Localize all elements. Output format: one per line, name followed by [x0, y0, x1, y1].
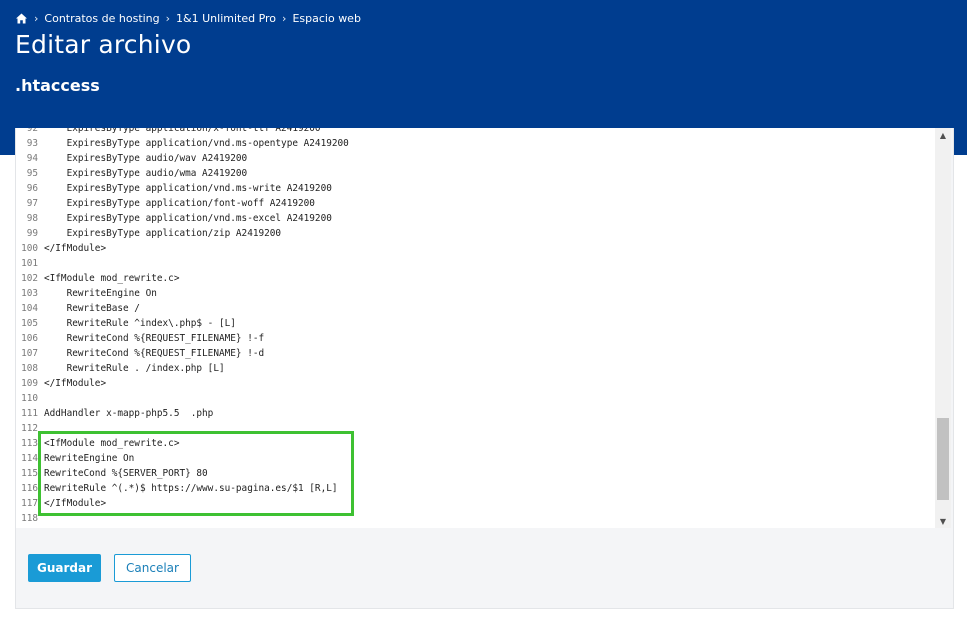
line-number: 105 [21, 318, 38, 329]
cancel-button[interactable]: Cancelar [114, 554, 191, 582]
code-line[interactable]: 99 ExpiresByType application/zip A241920… [16, 226, 936, 241]
code-line[interactable]: 97 ExpiresByType application/font-woff A… [16, 196, 936, 211]
line-number: 99 [26, 228, 38, 239]
home-icon[interactable] [15, 12, 28, 25]
line-text[interactable]: AddHandler x-mapp-php5.5 .php [44, 406, 213, 421]
line-number: 107 [21, 348, 38, 359]
chevron-right-icon: › [282, 11, 287, 25]
breadcrumb-item-webspace[interactable]: Espacio web [292, 12, 360, 25]
line-text[interactable]: <IfModule mod_rewrite.c> [44, 271, 179, 286]
line-number: 106 [21, 333, 38, 344]
line-text[interactable]: RewriteEngine On [44, 286, 157, 301]
line-text[interactable]: ExpiresByType application/vnd.ms-excel A… [44, 211, 332, 226]
line-text[interactable]: RewriteRule ^index\.php$ - [L] [44, 316, 236, 331]
breadcrumb: › Contratos de hosting › 1&1 Unlimited P… [15, 10, 361, 26]
chevron-right-icon: › [34, 11, 39, 25]
line-number: 95 [26, 168, 38, 179]
line-text[interactable]: RewriteCond %{REQUEST_FILENAME} !-d [44, 346, 265, 361]
line-text[interactable]: ExpiresByType application/zip A2419200 [44, 226, 282, 241]
scroll-up-arrow-icon[interactable]: ▲ [935, 128, 951, 142]
line-text[interactable]: ExpiresByType application/x-font-ttf A24… [44, 128, 321, 136]
line-number: 104 [21, 303, 38, 314]
line-text[interactable]: ExpiresByType application/vnd.ms-write A… [44, 181, 332, 196]
line-number: 111 [21, 408, 38, 419]
line-number: 94 [26, 153, 38, 164]
line-text[interactable]: ExpiresByType application/font-woff A241… [44, 196, 315, 211]
breadcrumb-item-contract[interactable]: 1&1 Unlimited Pro [176, 12, 276, 25]
file-name: .htaccess [15, 76, 100, 95]
scroll-thumb[interactable] [937, 417, 949, 500]
code-line[interactable]: 107 RewriteCond %{REQUEST_FILENAME} !-d [16, 346, 936, 361]
code-line[interactable]: 102 <IfModule mod_rewrite.c> [16, 271, 936, 286]
page-title: Editar archivo [15, 30, 192, 59]
line-text[interactable]: ExpiresByType audio/wav A2419200 [44, 151, 248, 166]
code-line[interactable]: 110 [16, 391, 936, 406]
code-line[interactable]: 111 AddHandler x-mapp-php5.5 .php [16, 406, 936, 421]
code-line[interactable]: 103 RewriteEngine On [16, 286, 936, 301]
line-number: 110 [21, 393, 38, 404]
chevron-right-icon: › [165, 11, 171, 25]
code-line[interactable]: 104 RewriteBase / [16, 301, 936, 316]
line-number: 108 [21, 363, 38, 374]
line-number: 101 [21, 258, 38, 269]
code-line[interactable]: 100 </IfModule> [16, 241, 936, 256]
highlight-box [38, 431, 354, 516]
code-line[interactable]: 109 </IfModule> [16, 376, 936, 391]
code-line[interactable]: 92 ExpiresByType application/x-font-ttf … [16, 128, 936, 136]
line-text[interactable]: </IfModule> [44, 241, 106, 256]
breadcrumb-item-hosting[interactable]: Contratos de hosting [44, 12, 159, 25]
line-text[interactable]: RewriteRule . /index.php [L] [44, 361, 225, 376]
line-number: 93 [26, 138, 38, 149]
code-line[interactable]: 108 RewriteRule . /index.php [L] [16, 361, 936, 376]
vertical-scrollbar[interactable]: ▲ ▼ [935, 128, 951, 528]
code-line[interactable]: 105 RewriteRule ^index\.php$ - [L] [16, 316, 936, 331]
line-text[interactable]: </IfModule> [44, 376, 106, 391]
line-number: 98 [26, 213, 38, 224]
code-line[interactable]: 95 ExpiresByType audio/wma A2419200 [16, 166, 936, 181]
line-number: 100 [21, 243, 38, 254]
scroll-down-arrow-icon[interactable]: ▼ [935, 514, 951, 528]
line-text[interactable]: RewriteCond %{REQUEST_FILENAME} !-f [44, 331, 265, 346]
line-number: 103 [21, 288, 38, 299]
line-number: 109 [21, 378, 38, 389]
code-line[interactable]: 101 [16, 256, 936, 271]
line-number: 97 [26, 198, 38, 209]
line-text[interactable]: RewriteBase / [44, 301, 140, 316]
line-number: 96 [26, 183, 38, 194]
line-text[interactable]: ExpiresByType audio/wma A2419200 [44, 166, 248, 181]
code-line[interactable]: 96 ExpiresByType application/vnd.ms-writ… [16, 181, 936, 196]
line-number: 102 [21, 273, 38, 284]
code-line[interactable]: 98 ExpiresByType application/vnd.ms-exce… [16, 211, 936, 226]
code-line[interactable]: 93 ExpiresByType application/vnd.ms-open… [16, 136, 936, 151]
code-line[interactable]: 94 ExpiresByType audio/wav A2419200 [16, 151, 936, 166]
line-text[interactable]: ExpiresByType application/vnd.ms-opentyp… [44, 136, 349, 151]
line-number: 92 [26, 128, 38, 134]
code-line[interactable]: 106 RewriteCond %{REQUEST_FILENAME} !-f [16, 331, 936, 346]
save-button[interactable]: Guardar [28, 554, 101, 582]
